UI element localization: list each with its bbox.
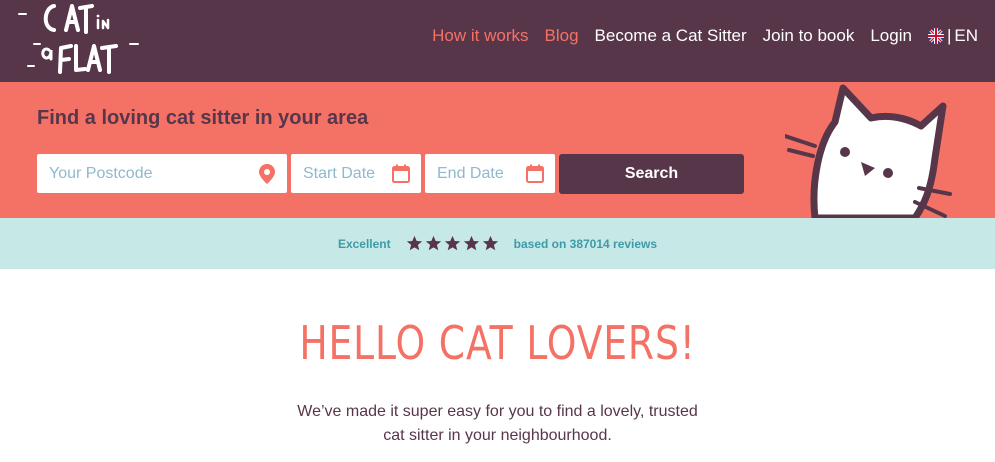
search-heading: Find a loving cat sitter in your area <box>37 107 369 129</box>
uk-flag-icon <box>927 28 944 44</box>
calendar-icon <box>525 163 545 183</box>
nav-join-to-book[interactable]: Join to book <box>763 26 855 46</box>
nav-login[interactable]: Login <box>870 26 912 46</box>
cat-illustration-icon <box>783 82 995 218</box>
nav-blog[interactable]: Blog <box>545 26 579 46</box>
search-section: Find a loving cat sitter in your area Yo… <box>0 82 995 218</box>
star-icon <box>406 235 422 251</box>
site-header: How it works Blog Become a Cat Sitter Jo… <box>0 0 995 82</box>
logo-icon <box>18 4 139 74</box>
rating-label: Excellent <box>337 236 391 251</box>
nav-become-cat-sitter[interactable]: Become a Cat Sitter <box>595 26 747 46</box>
hero-title: HELLO CAT LOVERS! <box>299 316 696 370</box>
star-icon <box>463 235 479 251</box>
reviews-strip: Excellent based on 387014 reviews <box>0 218 995 269</box>
hero-description-line-2: cat sitter in your neighbourhood. <box>383 427 612 444</box>
end-date-field[interactable] <box>425 154 555 193</box>
site-logo[interactable] <box>14 0 144 80</box>
start-date-field[interactable] <box>291 154 421 193</box>
postcode-input[interactable] <box>37 164 287 183</box>
postcode-field[interactable] <box>37 154 287 193</box>
language-selector[interactable]: | EN <box>927 26 978 46</box>
star-icon <box>425 235 441 251</box>
review-count: based on 387014 reviews <box>513 236 658 251</box>
hero-description: We’ve made it super easy for you to find… <box>0 400 995 448</box>
star-icon <box>482 235 498 251</box>
language-separator: | <box>946 26 952 45</box>
star-rating <box>406 235 499 252</box>
star-icon <box>444 235 460 251</box>
hero-description-line-1: We’ve made it super easy for you to find… <box>297 403 698 420</box>
main-nav: How it works Blog Become a Cat Sitter Jo… <box>416 0 978 72</box>
language-code: EN <box>954 26 978 45</box>
nav-how-it-works[interactable]: How it works <box>432 26 528 46</box>
calendar-icon <box>391 163 411 183</box>
location-pin-icon <box>257 163 277 184</box>
search-button[interactable]: Search <box>559 154 744 194</box>
